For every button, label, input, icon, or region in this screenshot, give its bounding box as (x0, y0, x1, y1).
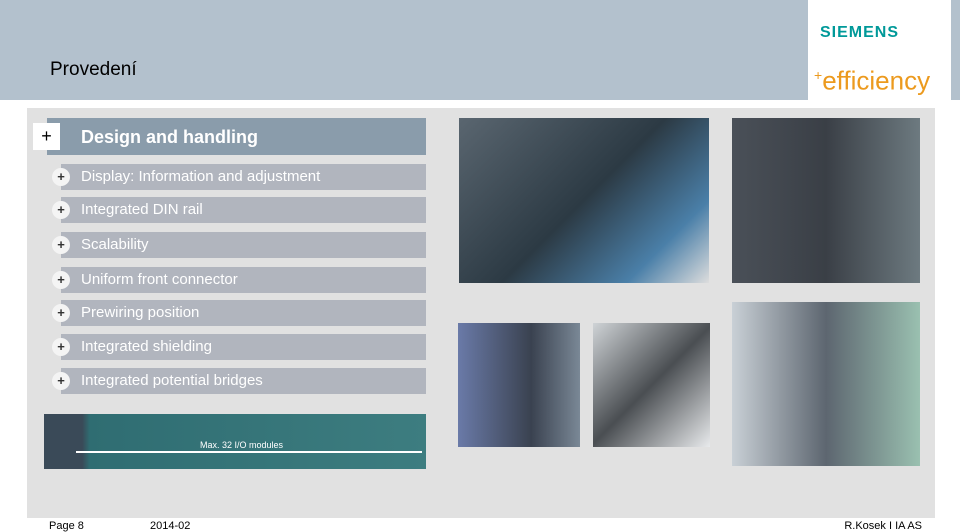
shield-clamp-photo (593, 323, 710, 447)
list-item[interactable]: + Integrated potential bridges (52, 368, 426, 394)
list-item[interactable]: + Integrated shielding (52, 334, 426, 360)
list-item[interactable]: + Uniform front connector (52, 267, 426, 293)
rack-modules-photo (732, 302, 920, 466)
item-label: Integrated shielding (81, 338, 212, 355)
plus-icon: + (52, 338, 70, 356)
plus-icon: + (52, 372, 70, 390)
list-item[interactable]: + Scalability (52, 232, 426, 258)
double-arrow-icon (76, 451, 422, 453)
item-label: Integrated potential bridges (81, 372, 263, 389)
section-heading: Design and handling (81, 127, 259, 147)
item-label: Prewiring position (81, 304, 200, 321)
author: R.Kosek I IA AS (844, 520, 922, 532)
plus-icon[interactable]: + (33, 123, 60, 150)
siemens-logo: SIEMENS +efficiency (808, 0, 951, 100)
item-label: Scalability (81, 236, 149, 253)
cpu-display-photo (732, 118, 920, 283)
front-connector-photo (459, 118, 709, 283)
item-label: Integrated DIN rail (81, 201, 203, 218)
rack-label: Max. 32 I/O modules (200, 440, 284, 450)
item-label: Uniform front connector (81, 271, 238, 288)
plus-icon: + (52, 271, 70, 289)
plus-icon: + (52, 304, 70, 322)
plus-icon: + (52, 168, 70, 186)
logo-text: SIEMENS (820, 24, 900, 41)
io-rack-image: Max. 32 I/O modules (44, 414, 426, 469)
page-number: Page 8 (49, 520, 84, 532)
plus-icon: + (52, 201, 70, 219)
item-label: Display: Information and adjustment (81, 168, 321, 185)
page-title: Provedení (50, 59, 137, 80)
list-item[interactable]: + Display: Information and adjustment (52, 164, 426, 190)
shielding-photo (458, 323, 580, 447)
list-item[interactable]: + Integrated DIN rail (52, 197, 426, 223)
list-item[interactable]: + Prewiring position (52, 300, 426, 326)
section-heading-bar[interactable]: Design and handling (47, 118, 426, 155)
tagline: +efficiency (814, 65, 931, 96)
plus-icon: + (52, 236, 70, 254)
date: 2014-02 (150, 520, 191, 532)
